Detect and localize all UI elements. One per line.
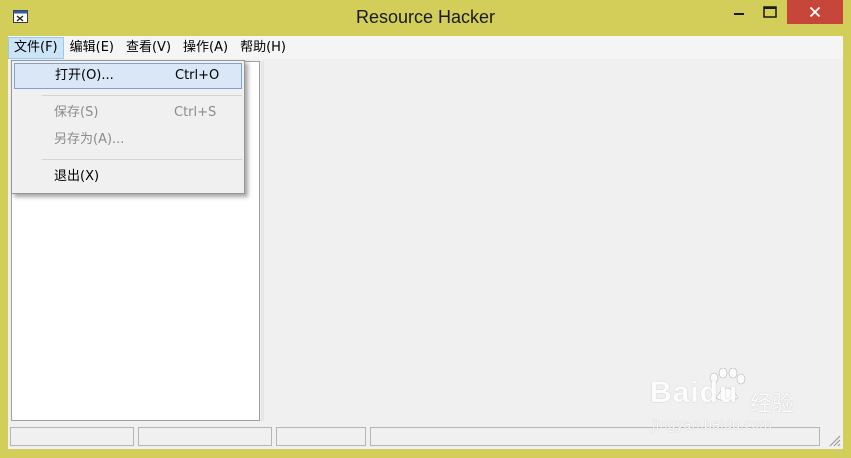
menu-bar: 文件(F) 编辑(E) 查看(V) 操作(A) 帮助(H): [8, 36, 843, 59]
title-bar[interactable]: Resource Hacker: [0, 0, 851, 36]
status-panel-2: [138, 427, 272, 446]
baidu-jingyan-watermark: Baidu 经验 jingyan.baidu.com: [650, 368, 810, 438]
panel-splitter[interactable]: [261, 61, 264, 421]
menu-item-open-shortcut: Ctrl+O: [175, 68, 220, 83]
watermark-url: jingyan.baidu.com: [652, 418, 772, 433]
menu-action[interactable]: 操作(A): [177, 37, 234, 59]
menu-help[interactable]: 帮助(H): [234, 37, 292, 59]
application-window: Resource Hacker 文件(F) 编辑(E) 查看(V) 操作(A) …: [0, 0, 851, 458]
maximize-icon: [763, 6, 777, 18]
menu-item-save-as[interactable]: 另存为(A)...: [14, 127, 242, 153]
file-menu-dropdown: 打开(O)... Ctrl+O 保存(S) Ctrl+S 另存为(A)... 退…: [11, 60, 245, 194]
menu-item-open[interactable]: 打开(O)... Ctrl+O: [14, 63, 242, 89]
status-panel-1: [10, 427, 134, 446]
menu-item-exit[interactable]: 退出(X): [14, 164, 242, 190]
menu-separator: [42, 95, 242, 96]
resize-grip-icon[interactable]: [827, 433, 841, 447]
menu-item-save-label: 保存(S): [54, 105, 99, 120]
status-panel-3: [276, 427, 366, 446]
menu-item-save-shortcut: Ctrl+S: [174, 105, 217, 120]
menu-item-exit-label: 退出(X): [54, 169, 100, 184]
watermark-cn-text: 经验: [750, 392, 795, 417]
window-title: Resource Hacker: [355, 7, 496, 27]
menu-edit[interactable]: 编辑(E): [64, 37, 120, 59]
close-icon: [809, 6, 821, 18]
menu-item-open-label: 打开(O)...: [55, 68, 114, 83]
close-button[interactable]: [787, 0, 843, 24]
menu-file[interactable]: 文件(F): [8, 36, 64, 59]
menu-view[interactable]: 查看(V): [120, 37, 177, 59]
menu-item-save-as-label: 另存为(A)...: [54, 132, 125, 147]
menu-item-save[interactable]: 保存(S) Ctrl+S: [14, 100, 242, 126]
menu-separator: [42, 159, 242, 160]
maximize-button[interactable]: [756, 0, 784, 24]
minimize-icon: [734, 13, 744, 15]
watermark-logo-text: Baidu: [650, 376, 739, 409]
minimize-button[interactable]: [725, 0, 753, 24]
